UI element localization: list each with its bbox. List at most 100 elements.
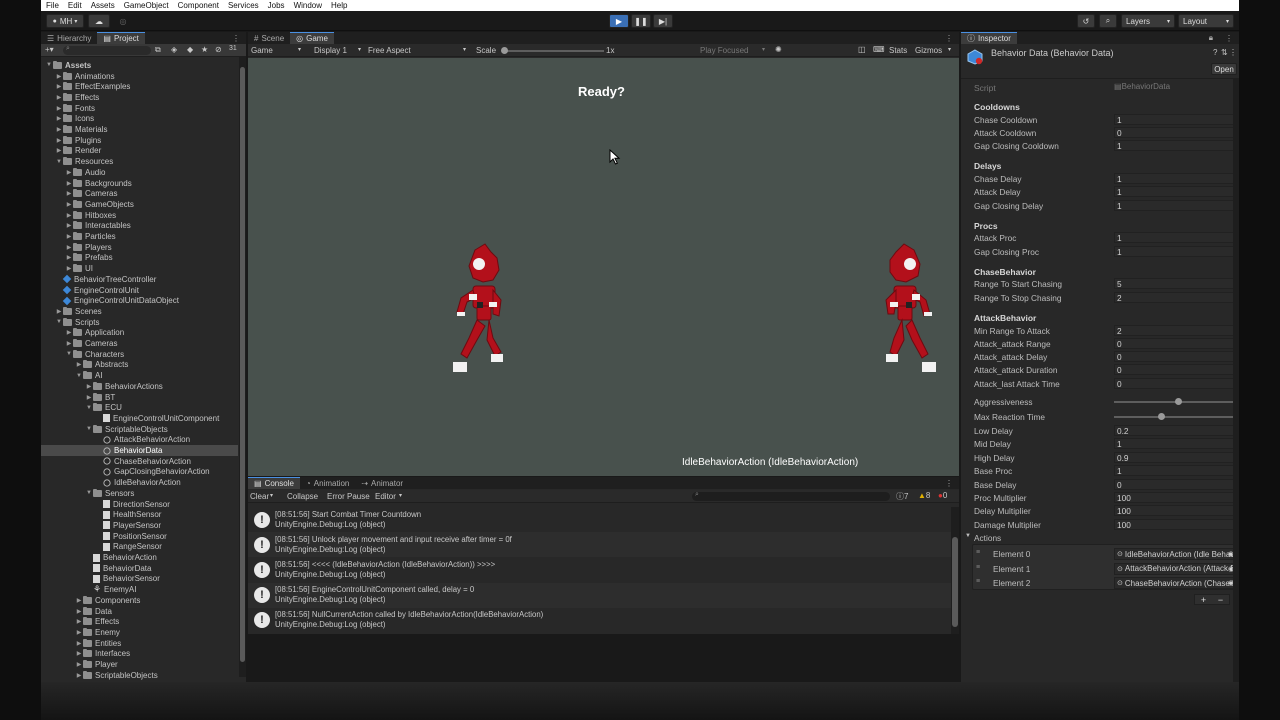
tree-item[interactable]: ▶ EffectExamples (41, 81, 238, 92)
number-field[interactable]: 100 (1114, 505, 1237, 517)
aspect-dropdown[interactable]: Free Aspect (368, 46, 411, 55)
tree-item[interactable]: ▶ Scenes (41, 306, 238, 317)
number-field[interactable]: 1 (1114, 232, 1237, 244)
add-element-button[interactable]: + (1201, 595, 1206, 605)
project-scrollbar[interactable] (239, 57, 246, 677)
tree-item[interactable]: ▼ Assets (41, 60, 238, 71)
gizmos-button[interactable]: Gizmos (915, 46, 942, 55)
menu-window[interactable]: Window (294, 1, 322, 10)
inspector-scrollbar[interactable] (1233, 78, 1239, 682)
play-focused-dropdown[interactable]: Play Focused (700, 46, 748, 55)
tree-item[interactable]: ▼ AI (41, 370, 238, 381)
menu-icon[interactable]: ⋮ (1229, 48, 1237, 57)
number-field[interactable]: 0 (1114, 126, 1237, 138)
tree-item[interactable]: ▶ BehaviorActions (41, 381, 238, 392)
number-field[interactable]: 1 (1114, 186, 1237, 198)
tab-animator[interactable]: ⇢ Animator (355, 477, 409, 489)
tree-item[interactable]: ChaseBehaviorAction (41, 456, 238, 467)
log-entry[interactable]: ! [08:51:56] NullCurrentAction called by … (248, 608, 951, 633)
number-field[interactable]: 0 (1114, 364, 1237, 376)
chevron-right-icon[interactable]: ▶ (75, 597, 83, 604)
game-viewport[interactable]: Ready? IdleBehaviorAction (IdleBehaviorA… (248, 58, 959, 476)
mute-audio-icon[interactable]: ◫ (858, 45, 866, 54)
number-field[interactable]: 1 (1114, 438, 1237, 450)
tree-item[interactable]: ▶ BT (41, 392, 238, 403)
tree-item[interactable]: ⚘ EnemyAI (41, 584, 238, 595)
tab-game[interactable]: ◎ Game (290, 32, 334, 44)
chevron-right-icon[interactable]: ▶ (55, 115, 63, 122)
favorite-icon[interactable]: ★ (201, 45, 208, 54)
clear-button[interactable]: Clear (250, 492, 269, 501)
tree-item[interactable]: ▶ Backgrounds (41, 178, 238, 189)
undo-history-button[interactable]: ↺ (1077, 14, 1095, 28)
panel-menu-icon[interactable]: ⋮ (939, 477, 959, 489)
tab-animation[interactable]: ◔ Animation (300, 477, 355, 489)
tree-item[interactable]: ▶ Interfaces (41, 649, 238, 660)
number-field[interactable]: 1 (1114, 199, 1237, 211)
chevron-down-icon[interactable]: ▼ (55, 159, 63, 165)
chevron-right-icon[interactable]: ▶ (75, 629, 83, 636)
error-count-badge[interactable]: ●0 (938, 491, 947, 500)
visibility-icon[interactable]: ⊘ (215, 45, 222, 54)
tree-item[interactable]: ▶ Cameras (41, 338, 238, 349)
scene-filter-icon[interactable]: ⧉ (155, 45, 161, 55)
step-button[interactable]: ▶| (653, 14, 673, 28)
chevron-right-icon[interactable]: ▶ (65, 222, 73, 229)
tree-item[interactable]: ▶ Data (41, 606, 238, 617)
chevron-right-icon[interactable]: ▶ (65, 190, 73, 197)
tree-item[interactable]: ▶ Abstracts (41, 360, 238, 371)
chevron-right-icon[interactable]: ▶ (65, 254, 73, 261)
play-button[interactable]: ▶ (609, 14, 629, 28)
tree-item[interactable]: ▼ Resources (41, 156, 238, 167)
number-field[interactable]: 0.9 (1114, 451, 1237, 463)
remove-element-button[interactable]: − (1218, 595, 1223, 605)
stats-button[interactable]: Stats (889, 46, 907, 55)
chevron-down-icon[interactable]: ▼ (85, 405, 93, 411)
tree-item[interactable]: ▶ Entities (41, 638, 238, 649)
tab-hierarchy[interactable]: ☰ Hierarchy (41, 32, 97, 44)
error-pause-toggle[interactable]: Error Pause (327, 492, 370, 501)
number-field[interactable]: 0 (1114, 478, 1237, 490)
tree-item[interactable]: BehaviorSensor (41, 574, 238, 585)
type-filter-icon[interactable]: ◈ (171, 45, 177, 54)
tree-item[interactable]: BehaviorTreeController (41, 274, 238, 285)
scrollbar-thumb[interactable] (952, 537, 958, 627)
tree-item[interactable]: ▶ Player (41, 659, 238, 670)
tree-item[interactable]: EngineControlUnitComponent (41, 413, 238, 424)
open-button[interactable]: Open (1211, 63, 1237, 75)
menu-edit[interactable]: Edit (68, 1, 82, 10)
menu-assets[interactable]: Assets (91, 1, 115, 10)
number-field[interactable]: 2 (1114, 324, 1237, 336)
tree-item[interactable]: GapClosingBehaviorAction (41, 467, 238, 478)
tree-item[interactable]: ▼ Characters (41, 349, 238, 360)
tree-item[interactable]: ▶ Particles (41, 231, 238, 242)
collapse-toggle[interactable]: Collapse (287, 492, 318, 501)
log-entry[interactable]: ! [08:51:56] Unlock player movement and i… (248, 532, 951, 558)
tree-item[interactable]: ▶ Cameras (41, 188, 238, 199)
scale-slider-knob[interactable] (501, 47, 508, 54)
number-field[interactable]: 100 (1114, 492, 1237, 503)
console-scrollbar[interactable] (951, 507, 959, 634)
chevron-right-icon[interactable]: ▶ (55, 147, 63, 154)
chevron-down-icon[interactable]: ▼ (65, 351, 73, 357)
tree-item[interactable]: ▶ GameObjects (41, 199, 238, 210)
number-field[interactable]: 1 (1114, 245, 1237, 257)
chevron-right-icon[interactable]: ▶ (65, 329, 73, 336)
tree-item[interactable]: ▶ Icons (41, 114, 238, 125)
chevron-right-icon[interactable]: ▶ (75, 672, 83, 679)
help-icon[interactable]: ? (1213, 48, 1217, 57)
chevron-right-icon[interactable]: ▶ (75, 618, 83, 625)
chevron-right-icon[interactable]: ▶ (55, 83, 63, 90)
tree-item[interactable]: ▶ Effects (41, 616, 238, 627)
tree-item[interactable]: ▼ Scripts (41, 317, 238, 328)
chevron-right-icon[interactable]: ▶ (55, 126, 63, 133)
log-entry[interactable]: ! [08:51:56] EngineControlUnitComponent c… (248, 582, 951, 608)
chevron-right-icon[interactable]: ▶ (55, 73, 63, 80)
chevron-right-icon[interactable]: ▶ (65, 212, 73, 219)
tree-item[interactable]: ▶ Effects (41, 92, 238, 103)
tree-item[interactable]: BehaviorData (41, 563, 238, 574)
tree-item[interactable]: ▼ ECU (41, 402, 238, 413)
panel-menu-icon[interactable]: ⋮ (226, 32, 246, 44)
add-asset-button[interactable]: +▾ (45, 45, 54, 54)
tree-item[interactable]: HealthSensor (41, 509, 238, 520)
